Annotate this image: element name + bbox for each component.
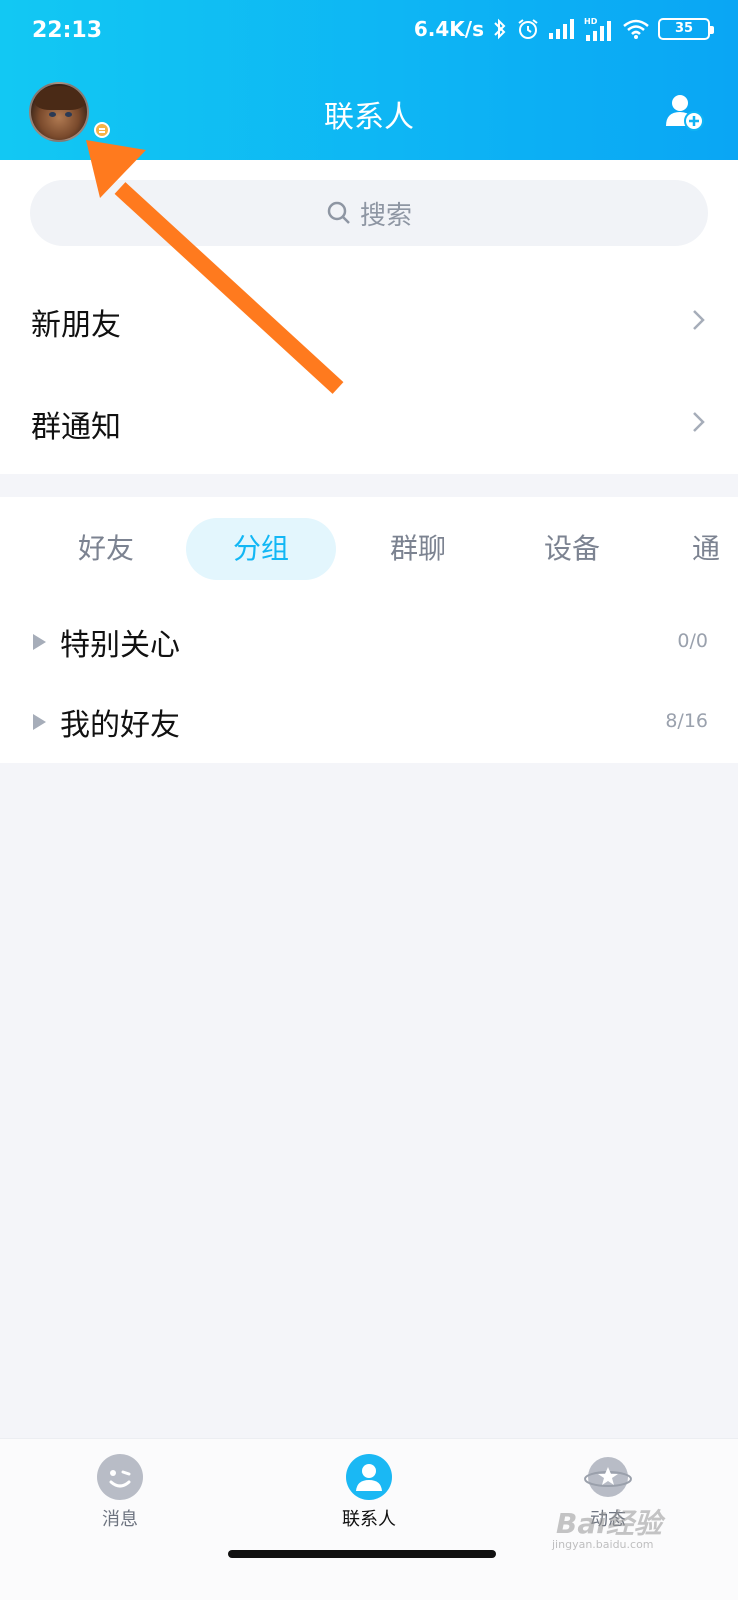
add-contact-icon[interactable] [664, 92, 704, 132]
nav-contacts[interactable]: 联系人 [289, 1439, 449, 1549]
group-special-care[interactable]: 特别关心 0/0 [0, 602, 738, 682]
tab-devices[interactable]: 设备 [510, 518, 634, 580]
planet-star-icon [584, 1457, 632, 1497]
tab-friends[interactable]: 好友 [44, 518, 168, 580]
status-time: 22:13 [32, 18, 103, 43]
hd-signal-icon: HD [584, 17, 611, 41]
group-my-friends[interactable]: 我的好友 8/16 [0, 682, 738, 762]
contact-tabs: 好友 分组 群聊 设备 通 [0, 518, 738, 580]
home-indicator[interactable] [228, 1550, 496, 1558]
tab-more-partial[interactable]: 通 [692, 518, 738, 580]
group-name: 特别关心 [60, 628, 180, 663]
group-name: 我的好友 [60, 708, 180, 743]
nav-messages[interactable]: 消息 [40, 1439, 200, 1549]
search-icon [327, 201, 350, 224]
new-friends-row[interactable]: 新朋友 [0, 272, 738, 372]
chat-bubble-icon [97, 1454, 143, 1500]
group-notice-label: 群通知 [31, 410, 121, 445]
contacts-person-icon [346, 1454, 392, 1500]
new-friends-label: 新朋友 [31, 308, 121, 343]
group-count: 8/16 [665, 710, 708, 732]
search-placeholder: 搜索 [359, 200, 412, 231]
chevron-right-icon [693, 310, 705, 330]
expand-triangle-icon [33, 634, 46, 650]
bluetooth-icon [494, 18, 506, 40]
status-bar: 22:13 6.4K/s HD 35 [0, 0, 738, 66]
watermark-logo: Bai经验 [556, 1507, 662, 1540]
search-input[interactable]: 搜索 [30, 180, 708, 246]
tab-groups[interactable]: 分组 [186, 518, 336, 580]
battery-indicator: 35 [658, 18, 714, 40]
group-notice-row[interactable]: 群通知 [0, 374, 738, 474]
expand-triangle-icon [33, 714, 46, 730]
nav-messages-label: 消息 [102, 1509, 138, 1530]
watermark-url: jingyan.baidu.com [552, 1538, 654, 1551]
group-count: 0/0 [677, 630, 708, 652]
chevron-right-icon [693, 412, 705, 432]
network-speed: 6.4K/s [413, 17, 484, 41]
wifi-icon [623, 19, 649, 39]
signal-icon [549, 19, 574, 39]
svg-text:HD: HD [584, 17, 598, 26]
nav-contacts-label: 联系人 [342, 1509, 396, 1530]
alarm-icon [518, 19, 538, 39]
tab-group-chats[interactable]: 群聊 [356, 518, 480, 580]
page-title: 联系人 [324, 100, 414, 135]
